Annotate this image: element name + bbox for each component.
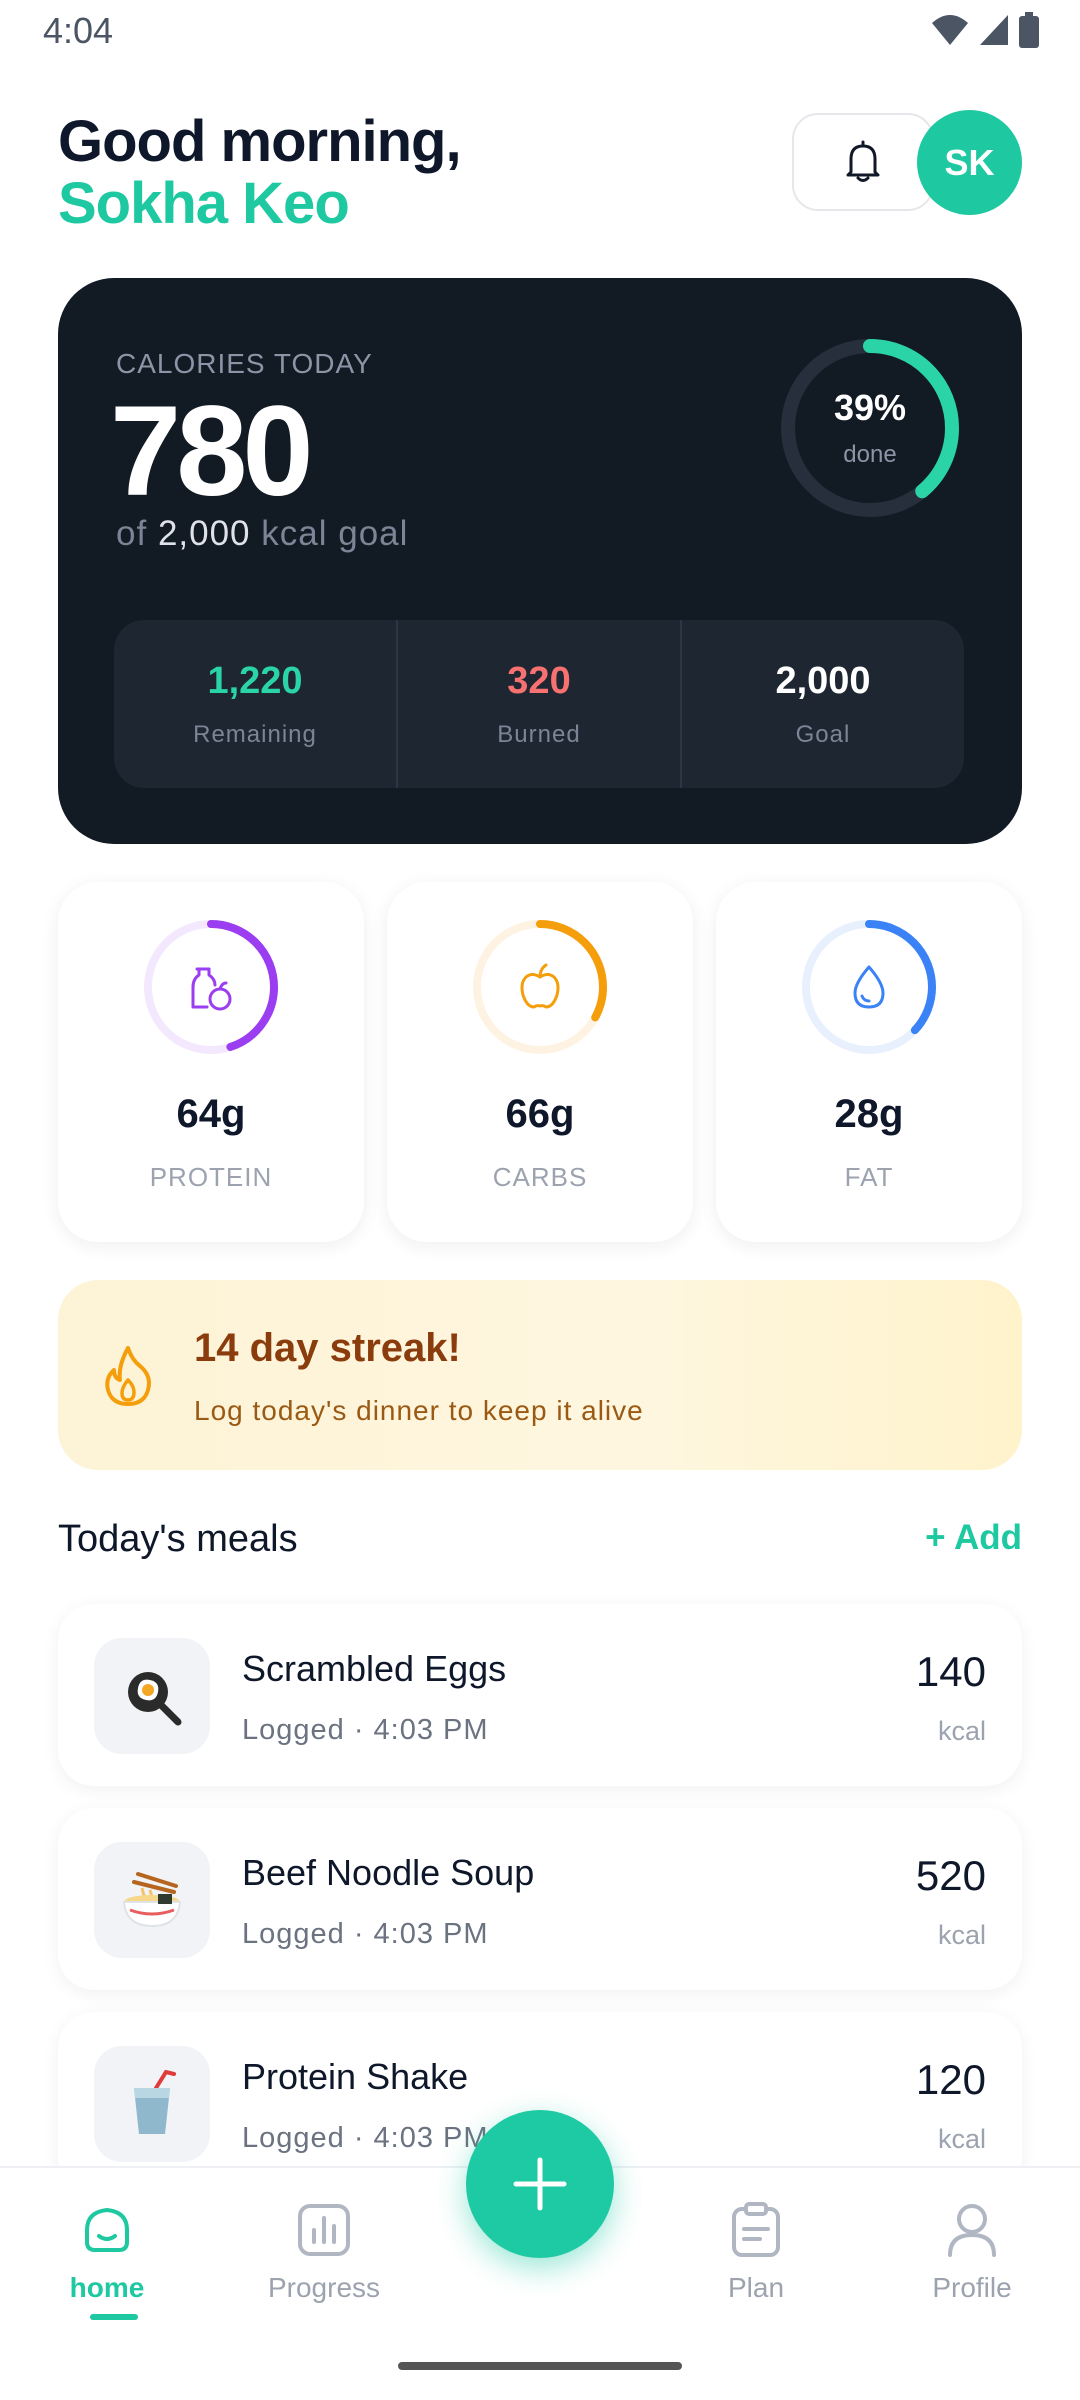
- stat-value: 320: [507, 659, 571, 702]
- nav-active-indicator: [90, 2314, 138, 2320]
- meal-name: Protein Shake: [242, 2056, 469, 2097]
- home-indicator-bar: [398, 2362, 682, 2370]
- stat-label: Burned: [497, 720, 581, 748]
- calories-label: CALORIES TODAY: [116, 348, 373, 379]
- calories-card: CALORIES TODAY 780 of 2,000 kcal goal 39…: [58, 278, 1022, 844]
- droplet-icon: [853, 965, 885, 1009]
- macro-card-fat[interactable]: 28g FAT: [716, 882, 1022, 1242]
- streak-title: 14 day streak!: [194, 1326, 461, 1370]
- protein-value: 64g: [176, 1092, 246, 1136]
- calories-consumed: 780: [110, 380, 314, 523]
- avatar[interactable]: SK: [917, 110, 1022, 215]
- carbs-value: 66g: [505, 1092, 575, 1136]
- status-icons: [930, 12, 1040, 48]
- fat-ring: [799, 917, 939, 1057]
- calories-percent-sub: done: [843, 441, 897, 468]
- meals-section-title: Today's meals: [58, 1518, 298, 1560]
- meal-item[interactable]: Scrambled Eggs Logged · 4:03 PM 140 kcal: [58, 1604, 1022, 1786]
- meal-icon: [94, 2046, 210, 2162]
- nav-profile[interactable]: Profile: [872, 2168, 1072, 2328]
- meal-icon: [94, 1638, 210, 1754]
- protein-ring: [141, 917, 281, 1057]
- noodle-bowl-icon: [122, 1872, 182, 1928]
- nav-progress-label: Progress: [267, 2272, 381, 2303]
- home-icon: [85, 2207, 129, 2252]
- stat-remaining: 1,220 Remaining: [114, 620, 398, 788]
- notifications-button[interactable]: [792, 113, 934, 211]
- goal-prefix: of: [116, 514, 148, 553]
- calories-stats: 1,220 Remaining 320 Burned 2,000 Goal: [114, 620, 964, 788]
- nav-plan-label: Plan: [727, 2272, 785, 2303]
- fat-label: FAT: [844, 1162, 894, 1192]
- greeting-text: Good morning,: [58, 109, 462, 174]
- cup-with-straw-icon: [134, 2070, 176, 2134]
- meal-time: Logged · 4:03 PM: [242, 1918, 489, 1950]
- meal-kcal: 520: [915, 1852, 986, 1899]
- macro-card-protein[interactable]: 64g PROTEIN: [58, 882, 364, 1242]
- meal-icon: [94, 1842, 210, 1958]
- meal-kcal-unit: kcal: [937, 1920, 986, 1950]
- streak-subtitle: Log today's dinner to keep it alive: [194, 1395, 644, 1426]
- calories-progress-ring: 39% done: [776, 334, 964, 522]
- frying-pan-egg-icon: [128, 1672, 182, 1726]
- add-meal-button[interactable]: + Add: [925, 1518, 1022, 1558]
- bottle-apple-icon: [191, 967, 232, 1011]
- stat-label: Goal: [795, 720, 851, 748]
- signal-icon: [980, 15, 1008, 45]
- calories-percent: 39%: [833, 387, 907, 428]
- meal-kcal: 140: [915, 1648, 986, 1695]
- meal-item[interactable]: Beef Noodle Soup Logged · 4:03 PM 520 kc…: [58, 1808, 1022, 1990]
- protein-label: PROTEIN: [149, 1162, 273, 1192]
- fat-value: 28g: [834, 1092, 904, 1136]
- bell-icon: [846, 140, 880, 182]
- status-time: 4:04: [43, 10, 114, 51]
- user-icon: [948, 2204, 996, 2257]
- carbs-ring: [470, 917, 610, 1057]
- plus-icon: [513, 2157, 567, 2211]
- add-fab-button[interactable]: [466, 2110, 614, 2258]
- battery-icon: [1019, 12, 1039, 48]
- nav-progress[interactable]: Progress: [224, 2168, 424, 2328]
- apple-icon: [520, 963, 560, 1009]
- clipboard-icon: [732, 2202, 780, 2257]
- wifi-icon: [932, 15, 968, 45]
- meal-kcal-unit: kcal: [937, 2124, 986, 2154]
- goal-suffix: kcal goal: [261, 514, 409, 553]
- meal-time: Logged · 4:03 PM: [242, 1714, 489, 1746]
- streak-banner[interactable]: 14 day streak! Log today's dinner to kee…: [58, 1280, 1022, 1470]
- carbs-label: CARBS: [492, 1162, 588, 1192]
- meal-kcal-unit: kcal: [937, 1716, 986, 1746]
- macro-card-carbs[interactable]: 66g CARBS: [387, 882, 693, 1242]
- meal-name: Beef Noodle Soup: [242, 1852, 535, 1893]
- nav-home[interactable]: home: [7, 2168, 207, 2328]
- nav-profile-label: Profile: [932, 2272, 1012, 2303]
- status-bar: 4:04: [0, 0, 1080, 62]
- nav-home-label: home: [69, 2272, 145, 2303]
- calories-goal-text: of 2,000 kcal goal: [116, 514, 408, 554]
- meal-name: Scrambled Eggs: [242, 1648, 507, 1689]
- stat-goal: 2,000 Goal: [682, 620, 964, 788]
- nav-plan[interactable]: Plan: [656, 2168, 856, 2328]
- stat-value: 2,000: [775, 659, 871, 702]
- user-name: Sokha Keo: [58, 171, 350, 236]
- stat-burned: 320 Burned: [398, 620, 682, 788]
- meal-kcal: 120: [915, 2056, 986, 2103]
- stat-label: Remaining: [193, 720, 317, 748]
- goal-value: 2,000: [157, 514, 251, 553]
- stat-value: 1,220: [207, 659, 303, 702]
- chart-icon: [298, 2204, 350, 2256]
- flame-icon: [105, 1346, 151, 1406]
- meal-time: Logged · 4:03 PM: [242, 2122, 489, 2154]
